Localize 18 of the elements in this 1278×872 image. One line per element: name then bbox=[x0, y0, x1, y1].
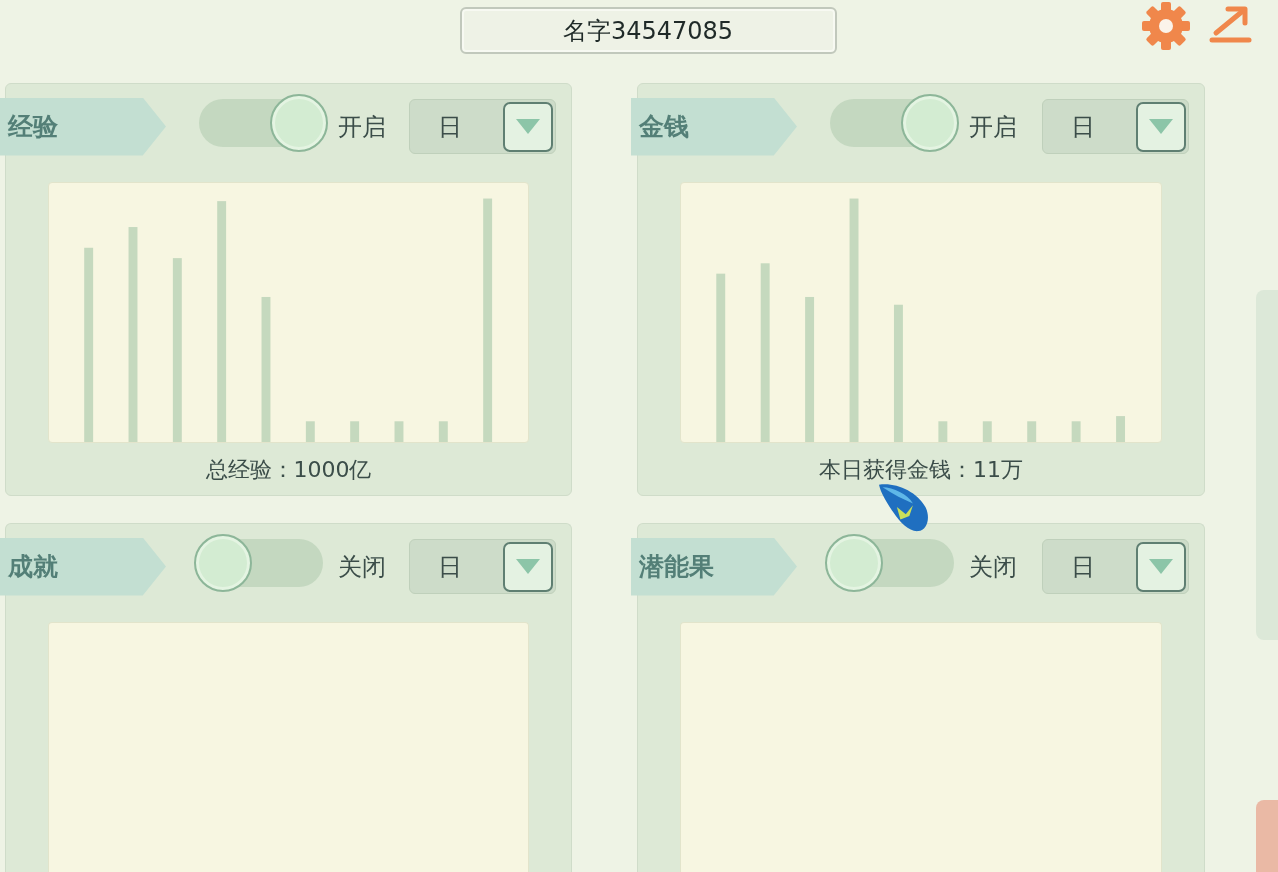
toggle-label: 关闭 bbox=[969, 551, 1017, 583]
period-dropdown[interactable]: 日 bbox=[1042, 99, 1189, 154]
period-dropdown[interactable]: 日 bbox=[409, 539, 556, 594]
summary-text: 总经验：1000亿 bbox=[205, 455, 372, 484]
window-title: 名字34547085 bbox=[459, 7, 837, 54]
side-tab[interactable] bbox=[1256, 800, 1278, 872]
toggle-label: 开启 bbox=[338, 111, 386, 143]
panel-title-tag: 成就 bbox=[0, 537, 166, 596]
cursor-icon bbox=[877, 482, 931, 532]
period-dropdown[interactable]: 日 bbox=[1042, 539, 1189, 594]
settings-icon[interactable] bbox=[1142, 2, 1190, 50]
toggle-label: 关闭 bbox=[338, 551, 386, 583]
panel-title-tag: 经验 bbox=[0, 97, 166, 156]
summary-text: 本日获得金钱：11万 bbox=[819, 455, 1023, 484]
panel-title-tag: 金钱 bbox=[631, 97, 797, 156]
toggle-label: 开启 bbox=[969, 111, 1017, 143]
period-dropdown[interactable]: 日 bbox=[409, 99, 556, 154]
panel-title-tag: 潜能果 bbox=[631, 537, 797, 596]
